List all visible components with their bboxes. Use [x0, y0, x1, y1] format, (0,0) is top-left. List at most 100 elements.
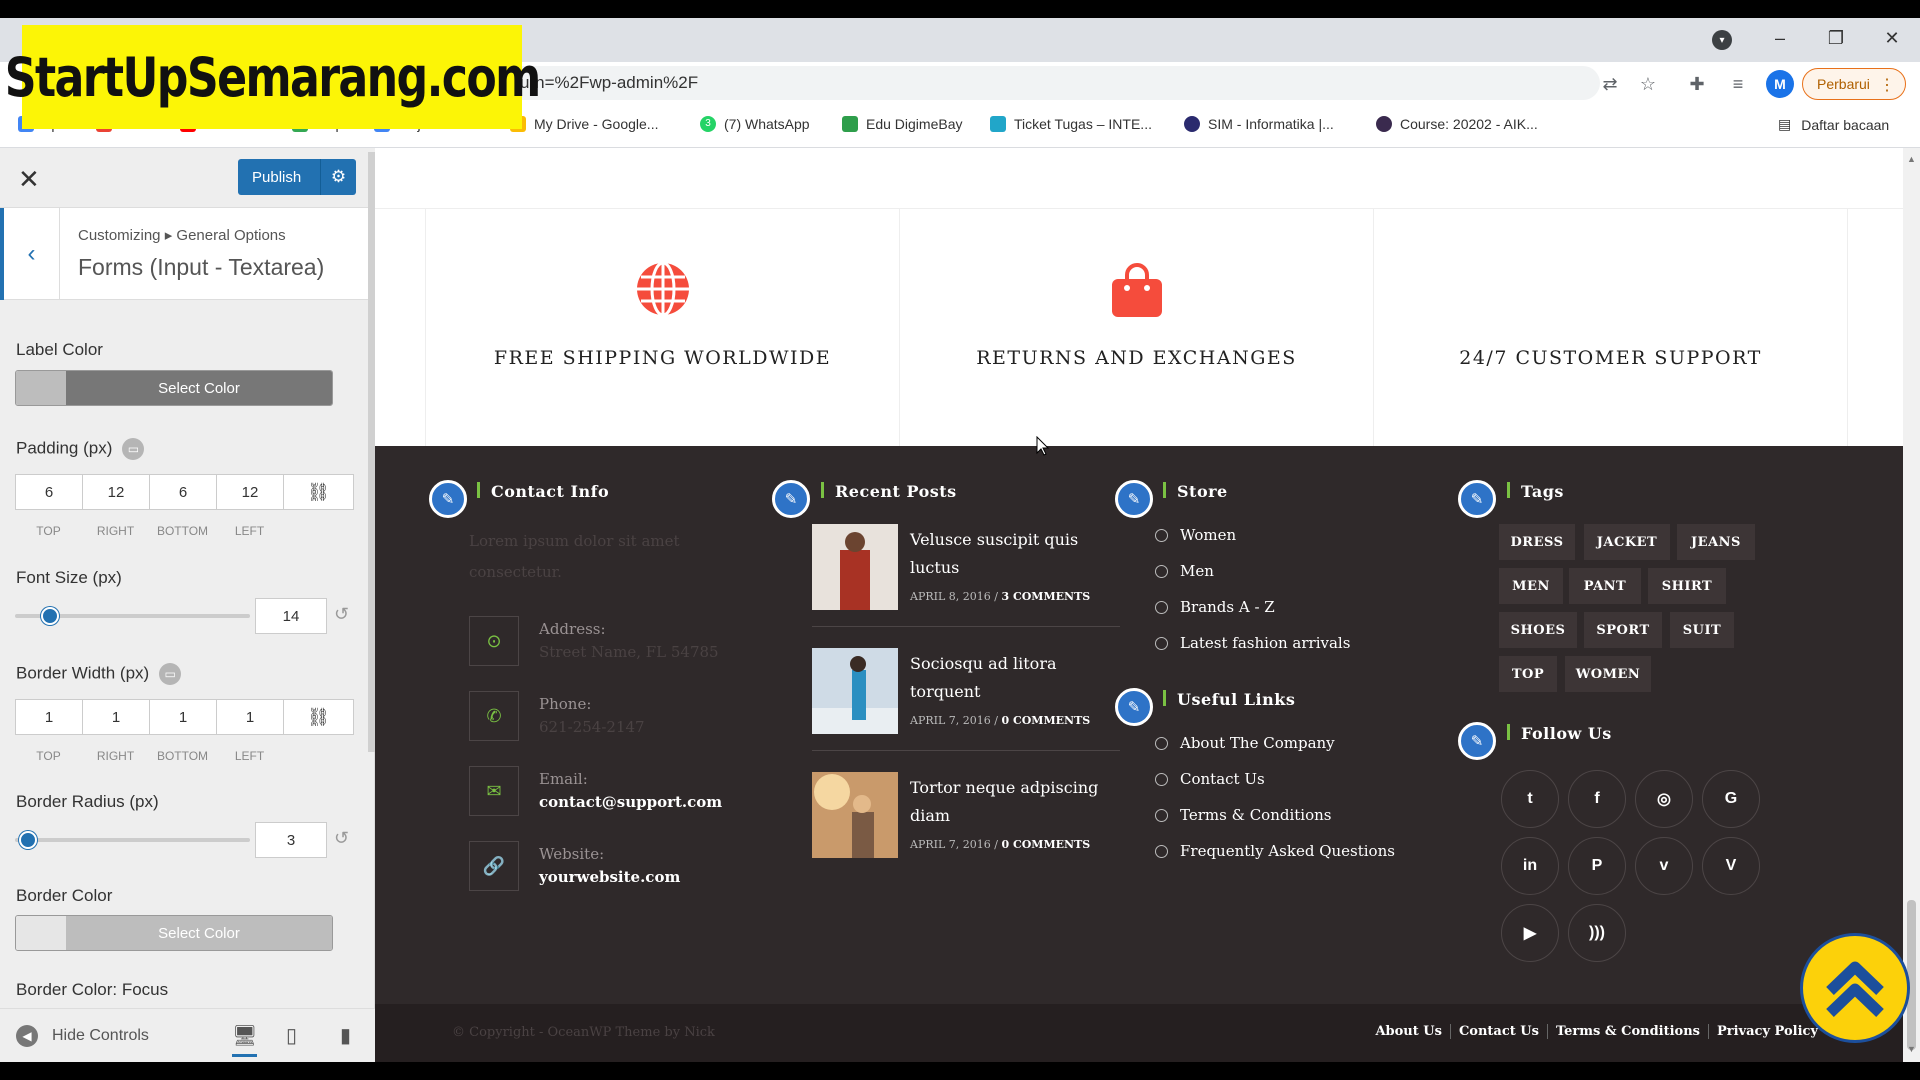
tab-search-icon[interactable]: ▾	[1712, 30, 1732, 50]
vine-icon[interactable]: V	[1702, 837, 1760, 895]
padding-top-input[interactable]: 6	[16, 475, 83, 509]
tag-dress[interactable]: DRESS	[1499, 524, 1575, 560]
reading-list-link[interactable]: ▤ Daftar bacaan	[1778, 116, 1889, 133]
bookmark-edu[interactable]: Edu DigimeBay	[842, 116, 963, 132]
mobile-preview-icon[interactable]: ▮	[340, 1023, 351, 1048]
tag-jeans[interactable]: JEANS	[1677, 524, 1755, 560]
post-thumbnail[interactable]	[812, 648, 898, 734]
preview-scrollbar[interactable]: ▲ ▼	[1903, 148, 1920, 1062]
edit-pencil-icon[interactable]: ✎	[1115, 688, 1153, 726]
padding-bottom-input[interactable]: 6	[150, 475, 217, 509]
tag-suit[interactable]: SUIT	[1670, 612, 1734, 648]
border-bottom-input[interactable]: 1	[150, 700, 217, 734]
close-icon[interactable]: ✕	[18, 164, 40, 195]
store-link-latest[interactable]: Latest fashion arrivals	[1155, 634, 1350, 652]
footer-link-terms[interactable]: Terms & Conditions	[1546, 1024, 1708, 1039]
padding-right-input[interactable]: 12	[83, 475, 150, 509]
linkedin-icon[interactable]: in	[1501, 837, 1559, 895]
publish-button[interactable]: Publish ⚙	[238, 159, 356, 195]
bookmark-whatsapp[interactable]: 3 (7) WhatsApp	[700, 116, 810, 132]
tag-men[interactable]: MEN	[1499, 568, 1563, 604]
youtube-icon[interactable]: ▶	[1501, 904, 1559, 962]
reset-icon[interactable]: ↺	[334, 604, 349, 625]
vimeo-icon[interactable]: v	[1635, 837, 1693, 895]
tag-jacket[interactable]: JACKET	[1584, 524, 1670, 560]
edit-pencil-icon[interactable]: ✎	[1115, 480, 1153, 518]
extensions-icon[interactable]: ✚	[1685, 72, 1709, 96]
profile-avatar[interactable]: M	[1766, 70, 1794, 98]
tag-top[interactable]: TOP	[1499, 656, 1557, 692]
scroll-to-top-icon[interactable]	[1800, 933, 1910, 1043]
panel-scrollbar[interactable]	[368, 152, 375, 752]
update-button[interactable]: Perbarui ⋮	[1802, 68, 1906, 100]
border-radius-input[interactable]: 3	[255, 822, 327, 858]
back-chevron-icon[interactable]: ‹	[0, 208, 60, 300]
tag-shirt[interactable]: SHIRT	[1648, 568, 1726, 604]
reset-icon[interactable]: ↺	[334, 828, 349, 849]
recent-post[interactable]: Velusce suscipit quis luctus APRIL 8, 20…	[812, 524, 1120, 634]
url-text[interactable]: urn=%2Fwp-admin%2F	[520, 73, 698, 93]
responsive-icon[interactable]: ▭	[122, 438, 145, 460]
link-faq[interactable]: Frequently Asked Questions	[1155, 842, 1395, 860]
close-window-icon[interactable]: ✕	[1864, 18, 1920, 58]
facebook-icon[interactable]: f	[1568, 770, 1626, 828]
padding-left-input[interactable]: 12	[217, 475, 284, 509]
website-link[interactable]: yourwebsite.com	[539, 868, 680, 886]
tag-sport[interactable]: SPORT	[1584, 612, 1662, 648]
translate-icon[interactable]: ⇄	[1598, 72, 1622, 96]
tablet-preview-icon[interactable]: ▯	[286, 1023, 297, 1048]
hide-controls-button[interactable]: ◀ Hide Controls	[16, 1025, 149, 1047]
link-terms[interactable]: Terms & Conditions	[1155, 806, 1331, 824]
restore-icon[interactable]: ❐	[1808, 18, 1864, 58]
gear-icon[interactable]: ⚙	[320, 159, 356, 195]
scroll-up-arrow-icon[interactable]: ▲	[1907, 154, 1916, 164]
unlink-icon[interactable]: ⛓	[284, 475, 353, 509]
unlink-icon[interactable]: ⛓	[284, 700, 353, 734]
recent-post[interactable]: Tortor neque adpiscing diam APRIL 7, 201…	[812, 772, 1120, 882]
tag-pant[interactable]: PANT	[1569, 568, 1641, 604]
border-color-picker[interactable]: Select Color	[15, 915, 333, 951]
scroll-down-arrow-icon[interactable]: ▼	[1907, 1044, 1916, 1054]
reading-list-icon[interactable]: ≡	[1726, 72, 1750, 96]
bookmark-sim[interactable]: SIM - Informatika |...	[1184, 116, 1334, 132]
store-link-women[interactable]: Women	[1155, 526, 1236, 544]
tag-women[interactable]: WOMEN	[1565, 656, 1651, 692]
edit-pencil-icon[interactable]: ✎	[1458, 722, 1496, 760]
link-contact-us[interactable]: Contact Us	[1155, 770, 1265, 788]
bookmark-drive[interactable]: My Drive - Google...	[510, 116, 658, 132]
store-link-brands[interactable]: Brands A - Z	[1155, 598, 1275, 616]
post-thumbnail[interactable]	[812, 524, 898, 610]
footer-link-privacy[interactable]: Privacy Policy	[1708, 1024, 1826, 1039]
border-right-input[interactable]: 1	[83, 700, 150, 734]
bookmark-star-icon[interactable]: ☆	[1636, 72, 1660, 96]
rss-icon[interactable]: )))	[1568, 904, 1626, 962]
instagram-icon[interactable]: ◎	[1635, 770, 1693, 828]
footer-link-about[interactable]: About Us	[1367, 1024, 1450, 1039]
desktop-preview-icon[interactable]: 🖥	[232, 1023, 258, 1057]
post-title[interactable]: Velusce suscipit quis luctus	[910, 526, 1110, 582]
border-left-input[interactable]: 1	[217, 700, 284, 734]
border-top-input[interactable]: 1	[16, 700, 83, 734]
edit-pencil-icon[interactable]: ✎	[429, 480, 467, 518]
post-title[interactable]: Tortor neque adpiscing diam	[910, 774, 1110, 830]
post-thumbnail[interactable]	[812, 772, 898, 858]
font-size-input[interactable]: 14	[255, 598, 327, 634]
recent-post[interactable]: Sociosqu ad litora torquent APRIL 7, 201…	[812, 648, 1120, 758]
twitter-icon[interactable]: t	[1501, 770, 1559, 828]
edit-pencil-icon[interactable]: ✎	[772, 480, 810, 518]
pinterest-icon[interactable]: P	[1568, 837, 1626, 895]
label-color-picker[interactable]: Select Color	[15, 370, 333, 406]
border-radius-slider-thumb[interactable]	[19, 831, 38, 849]
store-link-men[interactable]: Men	[1155, 562, 1214, 580]
edit-pencil-icon[interactable]: ✎	[1458, 480, 1496, 518]
bookmark-ticket[interactable]: Ticket Tugas – INTE...	[990, 116, 1152, 132]
tag-shoes[interactable]: SHOES	[1499, 612, 1577, 648]
email-link[interactable]: contact@support.com	[539, 793, 722, 811]
google-plus-icon[interactable]: G	[1702, 770, 1760, 828]
link-about-company[interactable]: About The Company	[1155, 734, 1335, 752]
bookmark-course[interactable]: Course: 20202 - AIK...	[1376, 116, 1538, 132]
font-size-slider-thumb[interactable]	[41, 607, 60, 625]
responsive-icon[interactable]: ▭	[159, 663, 182, 685]
border-radius-slider[interactable]	[15, 838, 250, 842]
minimize-icon[interactable]: –	[1752, 18, 1808, 58]
